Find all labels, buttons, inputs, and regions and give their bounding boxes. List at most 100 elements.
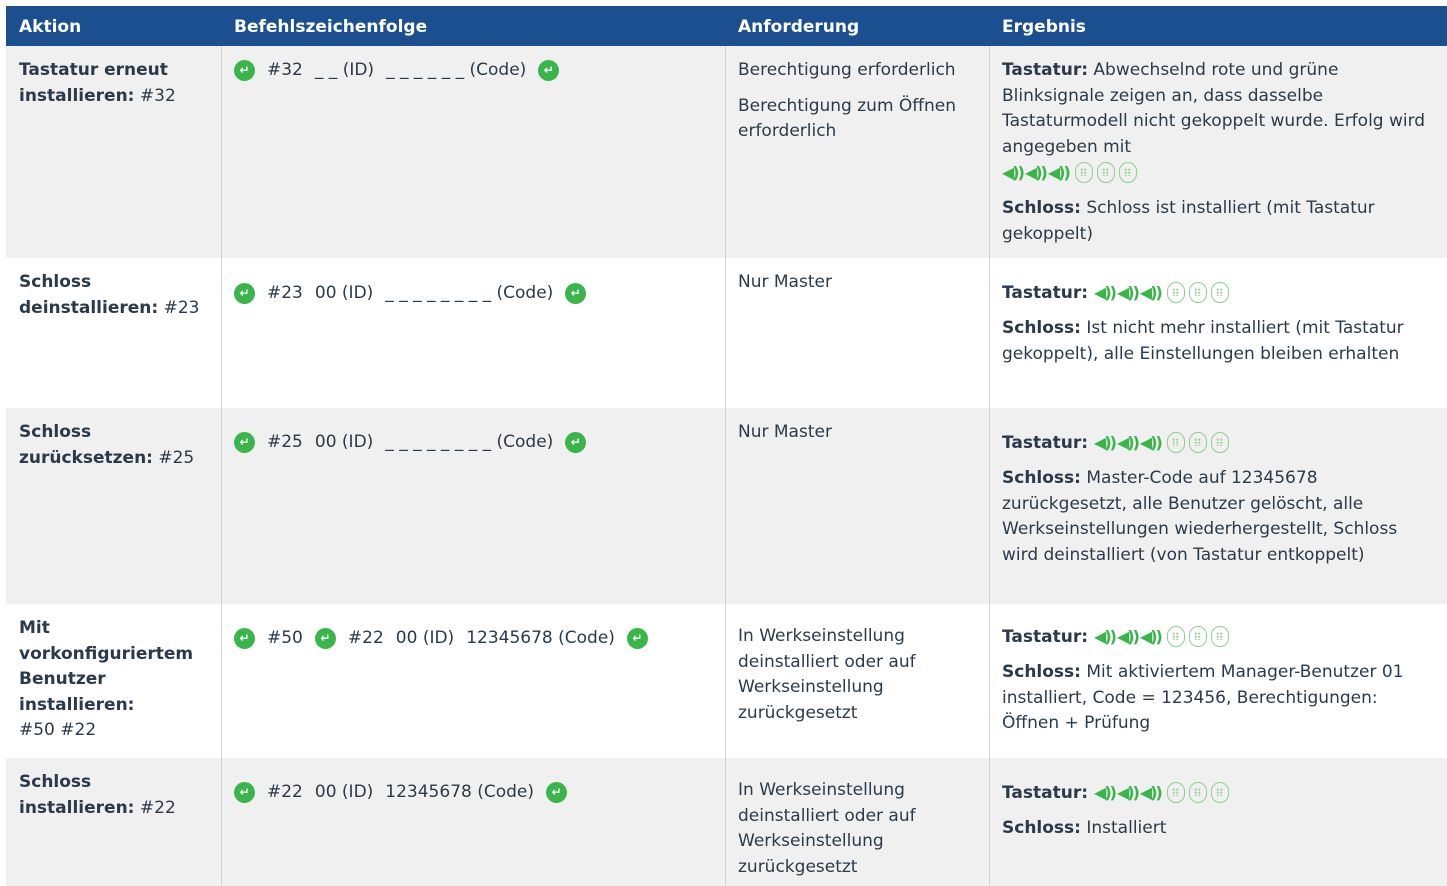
seq-code: 12345678 (Code) <box>466 628 615 648</box>
column-divider <box>989 46 990 886</box>
keypad-flash-icon <box>1188 282 1207 304</box>
success-signal: ◀)) ◀)) ◀)) <box>1002 160 1137 186</box>
speaker-beep-icon: ◀)) <box>1047 163 1071 182</box>
enter-key-icon: ↵ <box>234 628 255 650</box>
seq-command: #23 <box>267 283 303 303</box>
seq-id: 00 (ID) <box>314 283 374 303</box>
action-code: #32 <box>134 85 176 106</box>
seq-command: #32 <box>267 60 303 80</box>
requirement-text: In Werkseinstellung deinstalliert oder a… <box>738 626 916 723</box>
seq-id: _ _ (ID) <box>314 60 375 80</box>
keypad-result: Tastatur: ◀)) ◀)) ◀)) <box>1002 780 1438 806</box>
action-cell: Schloss installieren: #22 <box>19 770 209 821</box>
speaker-beep-icon: ◀)) <box>1116 283 1140 302</box>
header-result: Ergebnis <box>1002 17 1086 37</box>
speaker-beep-icon: ◀)) <box>1116 783 1140 802</box>
keypad-flash-icon <box>1166 626 1185 648</box>
seq-command: #25 <box>267 432 303 452</box>
action-title: Schloss deinstallieren: <box>19 272 159 318</box>
success-signal: ◀)) ◀)) ◀)) <box>1094 430 1229 456</box>
seq-code: _ _ _ _ _ _ _ _ (Code) <box>385 283 554 303</box>
seq-code: _ _ _ _ _ _ (Code) <box>386 60 527 80</box>
lock-result: Schloss: Master-Code auf 12345678 zurück… <box>1002 468 1398 565</box>
sequence-cell: ↵ #25 00 (ID) _ _ _ _ _ _ _ _ (Code) ↵ <box>234 430 714 456</box>
action-cell: Schloss deinstallieren: #23 <box>19 270 209 321</box>
keypad-flash-icon <box>1166 282 1185 304</box>
speaker-beep-icon: ◀)) <box>1094 433 1117 452</box>
header-action: Aktion <box>19 17 82 37</box>
sequence-cell: ↵ #50 ↵ #22 00 (ID) 12345678 (Code) ↵ <box>234 626 714 652</box>
seq-code: _ _ _ _ _ _ _ _ (Code) <box>385 432 554 452</box>
keypad-flash-icon <box>1166 782 1185 804</box>
keypad-flash-icon <box>1210 626 1229 648</box>
table-row: Schloss deinstallieren: #23 ↵ #23 00 (ID… <box>6 258 1447 408</box>
success-signal: ◀)) ◀)) ◀)) <box>1094 280 1229 306</box>
seq-id: 00 (ID) <box>395 628 455 648</box>
speaker-beep-icon: ◀)) <box>1116 627 1140 646</box>
requirement-text: Nur Master <box>738 272 832 292</box>
requirement-cell: Nur Master <box>738 420 978 446</box>
sequence-cell: ↵ #22 00 (ID) 12345678 (Code) ↵ <box>234 780 714 806</box>
keypad-flash-icon <box>1118 162 1137 184</box>
enter-key-icon: ↵ <box>546 782 568 804</box>
speaker-beep-icon: ◀)) <box>1094 627 1117 646</box>
result-cell: Tastatur: ◀)) ◀)) ◀)) Schloss: Master-Code… <box>1002 430 1438 568</box>
enter-key-icon: ↵ <box>538 60 560 82</box>
speaker-beep-icon: ◀)) <box>1139 627 1163 646</box>
command-table: Aktion Befehlszeichenfolge Anforderung E… <box>6 6 1447 886</box>
action-title: Mit vorkonfiguriertem Benutzer installie… <box>19 618 194 715</box>
keypad-flash-icon <box>1210 782 1229 804</box>
action-code: #50 #22 <box>19 720 97 740</box>
table-row: Tastatur erneut installieren: #32 ↵ #32 … <box>6 46 1447 258</box>
keypad-flash-icon <box>1074 162 1093 184</box>
keypad-flash-icon <box>1188 626 1207 648</box>
enter-key-icon: ↵ <box>234 782 255 804</box>
seq-command: #50 <box>267 628 303 648</box>
header-requirement: Anforderung <box>738 17 860 37</box>
requirement-text: In Werkseinstellung deinstalliert oder a… <box>738 780 916 877</box>
action-title: Schloss installieren: <box>19 772 135 818</box>
sequence-cell: ↵ #23 00 (ID) _ _ _ _ _ _ _ _ (Code) ↵ <box>234 281 714 307</box>
table-row: Schloss zurücksetzen: #25 ↵ #25 00 (ID) … <box>6 408 1447 604</box>
header-sequence: Befehlszeichenfolge <box>234 17 428 37</box>
speaker-beep-icon: ◀)) <box>1002 163 1025 182</box>
seq-command: #22 <box>347 628 384 648</box>
seq-id: 00 (ID) <box>314 432 374 452</box>
action-code: #22 <box>134 797 176 818</box>
lock-result: Schloss: Mit aktiviertem Manager-Benutze… <box>1002 662 1404 734</box>
speaker-beep-icon: ◀)) <box>1139 783 1163 802</box>
keypad-flash-icon <box>1096 162 1115 184</box>
column-divider <box>725 46 726 886</box>
sequence-cell: ↵ #32 _ _ (ID) _ _ _ _ _ _ (Code) ↵ <box>234 58 714 84</box>
table-row: Schloss installieren: #22 ↵ #22 00 (ID) … <box>6 758 1447 886</box>
action-cell: Mit vorkonfiguriertem Benutzer installie… <box>19 616 209 744</box>
action-title: Schloss zurücksetzen: <box>19 422 153 468</box>
success-signal: ◀)) ◀)) ◀)) <box>1094 780 1229 806</box>
enter-key-icon: ↵ <box>314 628 336 650</box>
keypad-result: Tastatur: Abwechselnd rote und grüne Bli… <box>1002 60 1426 157</box>
seq-command: #22 <box>267 782 303 802</box>
result-cell: Tastatur: ◀)) ◀)) ◀)) Schloss: Installiert <box>1002 780 1438 842</box>
lock-result: Schloss: Installiert <box>1002 818 1167 839</box>
table-row: Mit vorkonfiguriertem Benutzer installie… <box>6 604 1447 758</box>
result-cell: Tastatur: ◀)) ◀)) ◀)) Schloss: Mit aktivie… <box>1002 624 1438 737</box>
enter-key-icon: ↵ <box>234 283 255 305</box>
keypad-flash-icon <box>1166 432 1185 454</box>
table-header: Aktion Befehlszeichenfolge Anforderung E… <box>6 6 1447 46</box>
success-signal: ◀)) ◀)) ◀)) <box>1094 624 1229 650</box>
lock-result: Schloss: Schloss ist installiert (mit Ta… <box>1002 198 1375 244</box>
action-cell: Schloss zurücksetzen: #25 <box>19 420 209 471</box>
requirement-text: Berechtigung zum Öffnen erforderlich <box>738 95 957 142</box>
action-code: #25 <box>152 447 195 468</box>
keypad-flash-icon <box>1188 432 1207 454</box>
speaker-beep-icon: ◀)) <box>1139 283 1163 302</box>
enter-key-icon: ↵ <box>565 432 587 454</box>
requirement-text: Nur Master <box>738 422 832 442</box>
enter-key-icon: ↵ <box>234 432 255 454</box>
keypad-result: Tastatur: ◀)) ◀)) ◀)) <box>1002 430 1438 456</box>
enter-key-icon: ↵ <box>565 283 587 305</box>
result-cell: Tastatur: Abwechselnd rote und grüne Bli… <box>1002 58 1438 247</box>
speaker-beep-icon: ◀)) <box>1116 433 1140 452</box>
keypad-result: Tastatur: ◀)) ◀)) ◀)) <box>1002 280 1438 306</box>
keypad-flash-icon <box>1188 782 1207 804</box>
